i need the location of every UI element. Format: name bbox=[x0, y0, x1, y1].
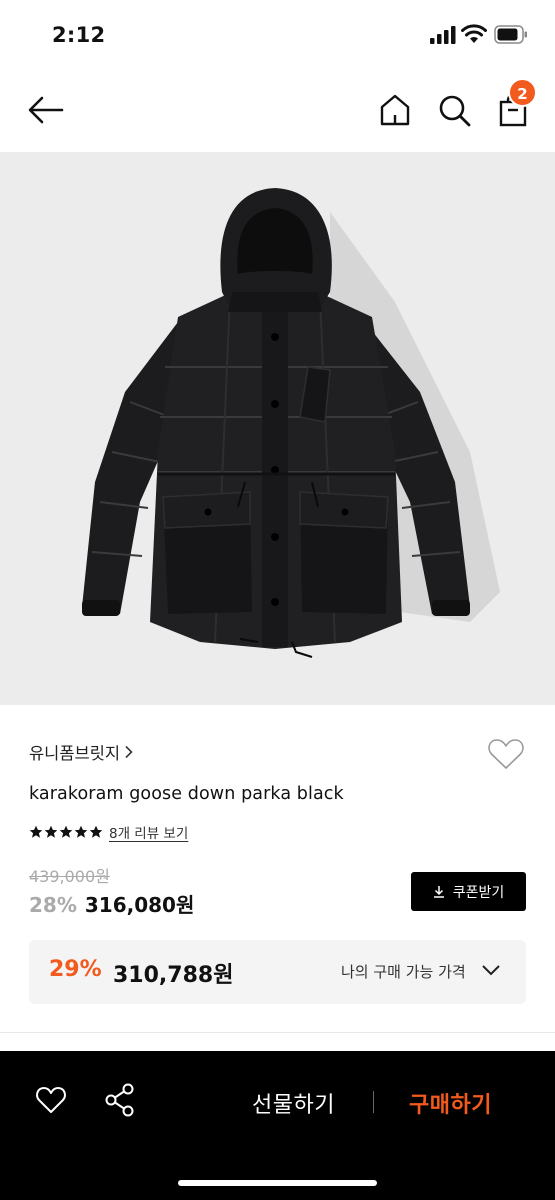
share-icon[interactable] bbox=[104, 1083, 136, 1117]
star-icon bbox=[89, 825, 103, 838]
star-icon bbox=[29, 825, 43, 838]
coupon-label: 쿠폰받기 bbox=[452, 884, 505, 901]
status-bar: 2:12 bbox=[0, 0, 555, 70]
home-icon[interactable] bbox=[377, 92, 413, 128]
buy-button[interactable]: 구매하기 bbox=[409, 1087, 492, 1119]
rating-row: 8개 리뷰 보기 bbox=[29, 822, 188, 842]
review-link[interactable]: 8개 리뷰 보기 bbox=[109, 822, 188, 842]
wifi-icon bbox=[461, 24, 487, 43]
back-arrow-icon[interactable] bbox=[26, 92, 66, 128]
discount-rate: 28% bbox=[29, 893, 77, 917]
brand-link[interactable]: 유니폼브릿지 bbox=[29, 739, 134, 765]
battery-icon bbox=[494, 25, 527, 44]
coupon-button[interactable]: 쿠폰받기 bbox=[411, 872, 526, 911]
download-icon bbox=[433, 886, 444, 898]
chevron-right-icon bbox=[125, 745, 133, 759]
bottom-bar-separator bbox=[373, 1091, 374, 1113]
my-discount-rate: 29% bbox=[49, 957, 102, 982]
search-icon[interactable] bbox=[436, 92, 472, 128]
heart-icon[interactable] bbox=[487, 737, 525, 771]
heart-icon[interactable] bbox=[35, 1085, 67, 1115]
product-detail-page: 2:12 2 유니폼브릿지 karakoram goose down parka… bbox=[0, 0, 555, 1200]
home-indicator bbox=[178, 1180, 377, 1186]
brand-name: 유니폼브릿지 bbox=[29, 744, 121, 763]
bottom-action-bar: 선물하기 구매하기 bbox=[0, 1051, 555, 1200]
my-price-label: 나의 구매 가능 가격 bbox=[341, 963, 466, 981]
top-navigation bbox=[0, 80, 555, 142]
star-icon bbox=[44, 825, 58, 838]
original-price: 439,000원 bbox=[29, 867, 110, 886]
product-image[interactable] bbox=[0, 152, 555, 705]
sale-price: 316,080원 bbox=[84, 893, 195, 917]
product-title: karakoram goose down parka black bbox=[29, 784, 344, 804]
cellular-signal-icon bbox=[430, 26, 456, 44]
divider bbox=[0, 1032, 555, 1033]
my-price: 310,788원 bbox=[113, 963, 234, 988]
gift-button[interactable]: 선물하기 bbox=[252, 1087, 335, 1119]
jacket-illustration bbox=[82, 188, 500, 658]
star-icon bbox=[74, 825, 88, 838]
rating-stars bbox=[29, 825, 103, 839]
my-price-dropdown[interactable]: 29% 310,788원 나의 구매 가능 가격 bbox=[29, 940, 526, 1004]
status-time: 2:12 bbox=[52, 23, 106, 47]
cart-count-badge: 2 bbox=[508, 78, 537, 107]
chevron-down-icon bbox=[482, 965, 500, 976]
star-icon bbox=[59, 825, 73, 838]
price-row: 28% 316,080원 bbox=[29, 889, 194, 918]
